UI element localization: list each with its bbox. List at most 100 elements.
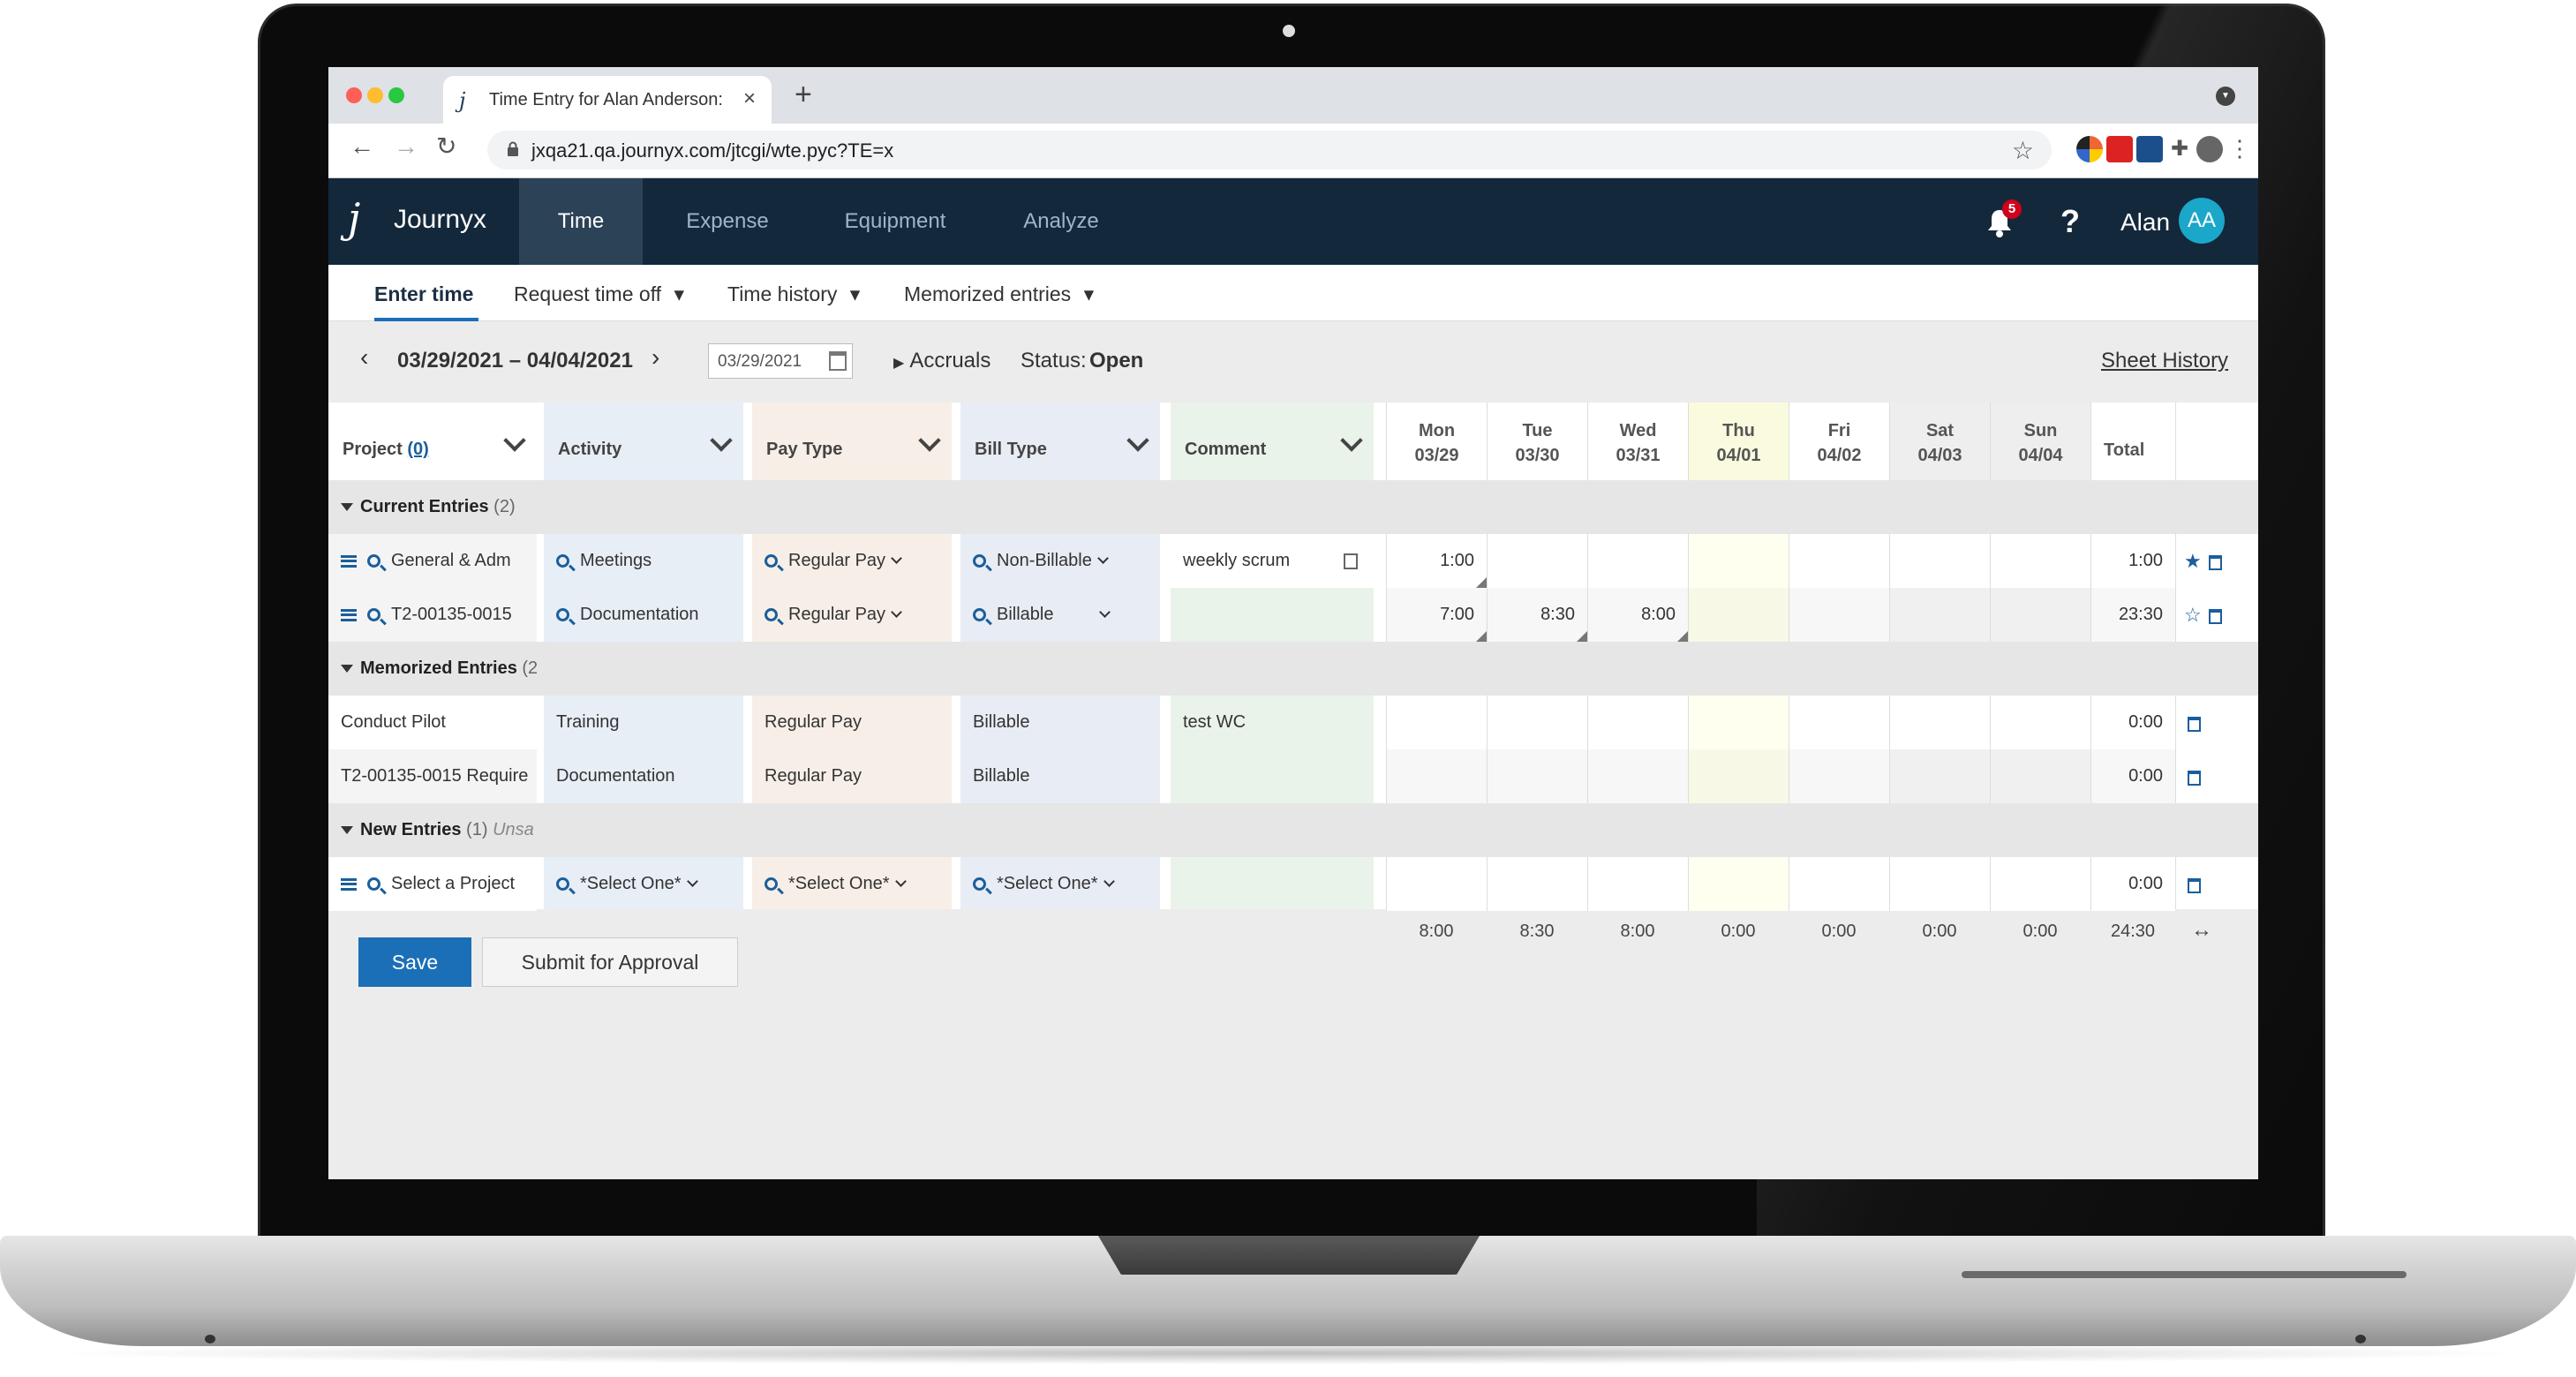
project-cell[interactable]: T2-00135-0015 (328, 588, 537, 642)
activity-cell[interactable]: Documentation (544, 588, 743, 642)
browser-tab[interactable]: j Time Entry for Alan Anderson: × (443, 76, 772, 124)
comment-cell[interactable] (1171, 749, 1374, 803)
comment-field[interactable] (1171, 857, 1374, 911)
address-bar[interactable]: jxqa21.qa.journyx.com/jtcgi/wte.pyc?TE=x… (487, 131, 2052, 169)
trash-icon[interactable] (2205, 534, 2222, 588)
search-icon[interactable] (367, 554, 380, 568)
hours-cell-fri[interactable] (1789, 749, 1889, 803)
subnav-enter-time[interactable]: Enter time (374, 282, 473, 306)
hours-cell-fri[interactable] (1789, 534, 1889, 588)
extension-icon-2[interactable] (2106, 136, 2133, 162)
hours-cell-sun[interactable] (1990, 696, 2090, 749)
star-filled-icon[interactable]: ★ (2184, 534, 2202, 588)
hours-cell-fri[interactable] (1789, 588, 1889, 642)
hours-cell-mon[interactable]: 7:00 (1386, 588, 1487, 642)
search-icon[interactable] (973, 877, 986, 892)
comment-cell[interactable]: test WC (1171, 696, 1374, 749)
sheet-history-link[interactable]: Sheet History (2101, 349, 2228, 373)
accruals-toggle[interactable]: ▶ Accruals (893, 349, 990, 373)
comment-field[interactable] (1171, 588, 1374, 642)
note-icon[interactable] (1344, 553, 1358, 569)
list-icon[interactable] (341, 554, 357, 568)
hours-cell-sat[interactable] (1889, 696, 1990, 749)
nav-tab-equipment[interactable]: Equipment (807, 178, 983, 265)
activity-select[interactable]: *Select One* (544, 857, 743, 911)
comment-field[interactable]: weekly scrum (1171, 534, 1374, 588)
hours-cell-wed[interactable] (1587, 749, 1688, 803)
chevron-down-icon[interactable] (1126, 429, 1149, 452)
back-icon[interactable]: ← (350, 134, 374, 159)
subnav-time-history[interactable]: Time history ▾ (727, 282, 860, 306)
project-cell[interactable]: T2-00135-0015 Require (328, 749, 537, 803)
pay-type-cell[interactable]: Regular Pay (752, 749, 952, 803)
hours-cell-mon[interactable] (1386, 749, 1487, 803)
tab-close-icon[interactable]: × (743, 87, 756, 111)
period-date-input[interactable]: 03/29/2021 (708, 343, 853, 379)
search-icon[interactable] (765, 877, 778, 892)
hours-cell-sun[interactable] (1990, 749, 2090, 803)
search-icon[interactable] (367, 877, 380, 892)
hours-cell-thu[interactable] (1688, 534, 1789, 588)
maximize-window-button[interactable] (388, 87, 404, 103)
pay-type-select[interactable]: *Select One* (752, 857, 952, 911)
search-icon[interactable] (367, 608, 380, 622)
bill-type-cell[interactable]: Billable (960, 749, 1160, 803)
bookmark-star-icon[interactable]: ☆ (2012, 136, 2034, 165)
minimize-window-button[interactable] (367, 87, 383, 103)
hours-cell-sat[interactable] (1889, 588, 1990, 642)
hours-cell-mon[interactable] (1386, 857, 1487, 911)
pay-type-select[interactable]: Regular Pay (752, 534, 952, 588)
hours-cell-sat[interactable] (1889, 749, 1990, 803)
hours-cell-wed[interactable] (1587, 857, 1688, 911)
hours-cell-sat[interactable] (1889, 534, 1990, 588)
hours-cell-mon[interactable] (1386, 696, 1487, 749)
project-cell[interactable]: Conduct Pilot (328, 696, 537, 749)
hours-cell-wed[interactable]: 8:00 (1587, 588, 1688, 642)
hours-cell-tue[interactable] (1487, 534, 1587, 588)
section-current-entries[interactable]: Current Entries (2) (328, 480, 2258, 534)
pay-type-cell[interactable]: Regular Pay (752, 696, 952, 749)
list-icon[interactable] (341, 608, 357, 621)
pay-type-select[interactable]: Regular Pay (752, 588, 952, 642)
browser-menu-icon[interactable]: ⋮ (2226, 136, 2253, 162)
bill-type-select[interactable]: Billable (960, 588, 1160, 642)
trash-icon[interactable] (2205, 588, 2222, 642)
bill-type-select[interactable]: *Select One* (960, 857, 1160, 911)
search-icon[interactable] (556, 877, 569, 892)
previous-period-icon[interactable]: ‹ (360, 343, 368, 372)
project-cell[interactable]: General & Adm (328, 534, 537, 588)
close-window-button[interactable] (346, 87, 362, 103)
next-period-icon[interactable]: › (652, 343, 659, 372)
save-button[interactable]: Save (358, 937, 471, 987)
subnav-memorized-entries[interactable]: Memorized entries ▾ (904, 282, 1094, 306)
section-new-entries[interactable]: New Entries (1) Unsa (328, 803, 2258, 857)
trash-icon[interactable] (2184, 696, 2201, 749)
journyx-extension-icon[interactable] (2136, 136, 2163, 162)
search-icon[interactable] (556, 608, 569, 622)
hours-cell-sun[interactable] (1990, 534, 2090, 588)
hours-cell-tue[interactable] (1487, 857, 1587, 911)
user-name[interactable]: Alan (2120, 208, 2170, 237)
activity-cell[interactable]: Documentation (544, 749, 743, 803)
trash-icon[interactable] (2184, 857, 2201, 911)
chevron-down-icon[interactable] (1340, 429, 1363, 452)
nav-tab-analyze[interactable]: Analyze (990, 178, 1132, 265)
nav-tab-expense[interactable]: Expense (657, 178, 798, 265)
project-cell[interactable]: Select a Project (328, 857, 537, 911)
chevron-down-icon[interactable] (710, 429, 733, 452)
hours-cell-fri[interactable] (1789, 696, 1889, 749)
activity-cell[interactable]: Training (544, 696, 743, 749)
list-icon[interactable] (341, 877, 357, 891)
nav-tab-time[interactable]: Time (519, 178, 643, 265)
search-icon[interactable] (765, 554, 778, 568)
hours-cell-thu[interactable] (1688, 588, 1789, 642)
hours-cell-wed[interactable] (1587, 534, 1688, 588)
hours-cell-tue[interactable] (1487, 749, 1587, 803)
star-outline-icon[interactable]: ☆ (2184, 588, 2202, 642)
new-tab-button[interactable]: + (795, 79, 812, 109)
reload-icon[interactable]: ↻ (436, 134, 456, 159)
chevron-down-icon[interactable] (918, 429, 941, 452)
user-avatar[interactable]: AA (2179, 198, 2225, 244)
hours-cell-sun[interactable] (1990, 588, 2090, 642)
search-icon[interactable] (556, 554, 569, 568)
